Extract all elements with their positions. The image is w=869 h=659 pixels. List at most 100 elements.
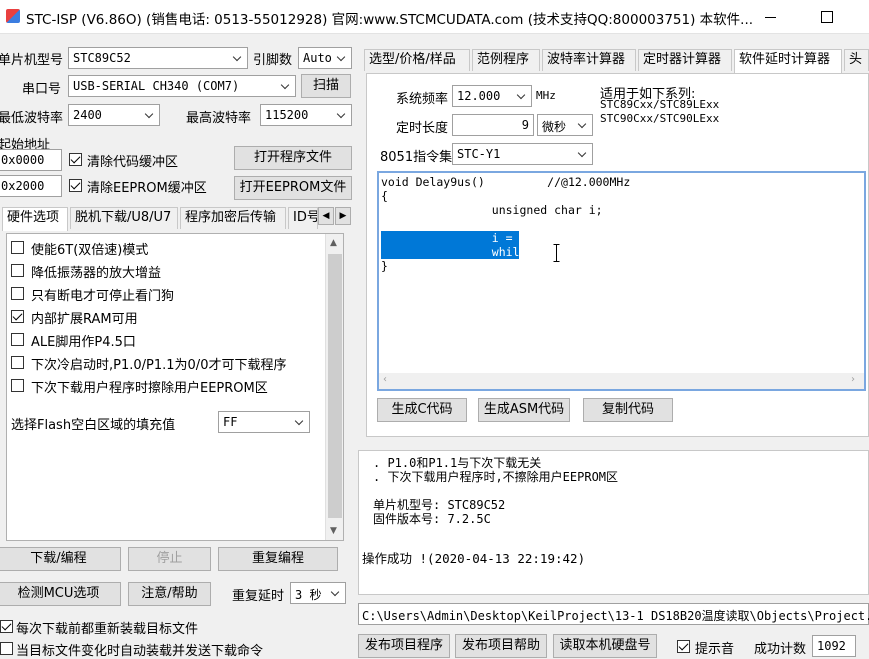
log-line: . 下次下载用户程序时,不擦除用户EEPROM区 <box>373 470 619 484</box>
mcu-type-select[interactable]: STC89C52 <box>68 47 248 69</box>
right-tab-strip: 选型/价格/样品 范例程序 波特率计算器 定时器计算器 软件延时计算器 头 <box>362 47 869 73</box>
option-ext-ram[interactable]: 内部扩展RAM可用 <box>7 307 319 327</box>
tab-baud-calculator[interactable]: 波特率计算器 <box>542 49 636 71</box>
system-frequency-select[interactable]: 12.000 <box>452 85 532 107</box>
open-program-file-button[interactable]: 打开程序文件 <box>234 146 352 170</box>
project-path-field[interactable]: C:\Users\Admin\Desktop\KeilProject\13-1 … <box>358 603 869 625</box>
option-ale-pin[interactable]: ALE脚用作P4.5口 <box>7 330 319 350</box>
maximize-button[interactable] <box>804 2 850 32</box>
fill-value-label: 选择Flash空白区域的填充值 <box>11 418 176 433</box>
left-tab-strip: 硬件选项 脱机下载/U8/U7 程序加密后传输 ID号 ◀ ▶ <box>0 205 354 231</box>
auto-send-checkbox[interactable] <box>0 642 13 655</box>
code-line: void Delay9us() //@12.000MHz <box>381 175 631 189</box>
chevron-down-icon <box>333 48 351 68</box>
auto-send-label: 当目标文件变化时自动装载并发送下载命令 <box>16 644 264 659</box>
chevron-down-icon <box>229 48 247 68</box>
detect-mcu-options-button[interactable]: 检测MCU选项 <box>0 582 121 606</box>
repeat-delay-label: 重复延时 <box>232 589 285 604</box>
clear-eeprom-label: 清除EEPROM缓冲区 <box>87 181 207 196</box>
pin-count-select[interactable]: Auto <box>298 47 352 69</box>
instruction-set-select[interactable]: STC-Y1 <box>452 143 593 165</box>
option-checkbox[interactable] <box>11 264 24 277</box>
code-horizontal-scrollbar[interactable]: ‹ › <box>379 373 864 389</box>
clear-code-label: 清除代码缓冲区 <box>87 155 179 170</box>
app-icon <box>6 9 20 23</box>
pin-count-label: 引脚数 <box>253 53 293 68</box>
minimize-button[interactable] <box>748 2 794 32</box>
option-checkbox[interactable] <box>11 241 24 254</box>
delay-length-input[interactable]: 9 <box>452 114 534 136</box>
clear-code-checkbox[interactable] <box>69 153 82 166</box>
option-reduce-gain[interactable]: 降低振荡器的放大增益 <box>7 261 319 281</box>
series-item: STC90Cxx/STC90LExx <box>600 112 720 125</box>
hardware-options-panel: 使能6T(双倍速)模式 降低振荡器的放大增益 只有断电才可停止看门狗 内部扩展R… <box>6 233 344 541</box>
start-address-1-input[interactable]: 0x0000 <box>0 149 62 171</box>
tab-encrypted-transfer[interactable]: 程序加密后传输 <box>180 207 286 229</box>
tab-scroll-right-icon[interactable]: ▶ <box>335 207 351 225</box>
tab-id[interactable]: ID号 <box>288 207 318 229</box>
min-baud-select[interactable]: 2400 <box>68 104 160 126</box>
stop-button[interactable]: 停止 <box>128 547 211 571</box>
series-item: STC89Cxx/STC89LExx <box>600 98 720 111</box>
option-checkbox[interactable] <box>11 287 24 300</box>
reprogram-button[interactable]: 重复编程 <box>218 547 338 571</box>
scroll-down-icon[interactable]: ▼ <box>330 526 337 536</box>
max-baud-select[interactable]: 115200 <box>260 104 352 126</box>
option-checkbox[interactable] <box>11 310 24 323</box>
tab-software-delay-calculator[interactable]: 软件延时计算器 <box>734 49 842 73</box>
option-cold-start[interactable]: 下次冷启动时,P1.0/P1.1为0/0才可下载程序 <box>7 353 319 373</box>
chevron-down-icon <box>277 76 295 96</box>
delay-unit-select[interactable]: 微秒 <box>537 114 593 136</box>
success-count-label: 成功计数 <box>754 642 807 657</box>
publish-help-button[interactable]: 发布项目帮助 <box>455 634 547 658</box>
download-program-button[interactable]: 下载/编程 <box>0 547 121 571</box>
option-6t-mode[interactable]: 使能6T(双倍速)模式 <box>7 238 319 258</box>
option-erase-eeprom[interactable]: 下次下载用户程序时擦除用户EEPROM区 <box>7 376 319 396</box>
scroll-up-icon[interactable]: ▲ <box>330 238 337 248</box>
options-scrollbar[interactable]: ▲ ▼ <box>325 234 343 540</box>
system-frequency-label: 系统频率 <box>396 92 449 107</box>
tab-selection-price[interactable]: 选型/价格/样品 <box>364 49 470 71</box>
read-disk-id-button[interactable]: 读取本机硬盘号 <box>553 634 657 658</box>
port-select[interactable]: USB-SERIAL CH340 (COM7) <box>68 75 296 97</box>
tab-timer-calculator[interactable]: 定时器计算器 <box>638 49 732 71</box>
log-output-area[interactable]: . P1.0和P1.1与下次下载无关 . 下次下载用户程序时,不擦除用户EEPR… <box>358 450 869 595</box>
chevron-down-icon <box>574 115 592 135</box>
tab-offline-download[interactable]: 脱机下载/U8/U7 <box>70 207 178 229</box>
scroll-right-icon[interactable]: › <box>851 374 855 385</box>
generate-asm-code-button[interactable]: 生成ASM代码 <box>478 398 570 422</box>
chevron-down-icon <box>291 412 309 432</box>
scrollbar-thumb[interactable] <box>328 254 342 518</box>
code-output-area[interactable]: void Delay9us() //@12.000MHz { unsigned … <box>377 171 866 391</box>
reload-before-download-checkbox[interactable] <box>0 620 13 633</box>
option-watchdog[interactable]: 只有断电才可停止看门狗 <box>7 284 319 304</box>
scroll-left-icon[interactable]: ‹ <box>383 374 387 385</box>
start-address-2-input[interactable]: 0x2000 <box>0 175 62 197</box>
option-checkbox[interactable] <box>11 333 24 346</box>
help-button[interactable]: 注意/帮助 <box>128 582 211 606</box>
generate-c-code-button[interactable]: 生成C代码 <box>377 398 467 422</box>
repeat-delay-select[interactable]: 3 秒 <box>290 582 346 604</box>
option-checkbox[interactable] <box>11 379 24 392</box>
code-line: { <box>381 189 388 203</box>
copy-code-button[interactable]: 复制代码 <box>583 398 673 422</box>
tab-header[interactable]: 头 <box>844 49 869 71</box>
code-line-selected: while (--i); <box>381 245 575 259</box>
log-line: 单片机型号: STC89C52 <box>373 498 506 512</box>
tab-hardware-options[interactable]: 硬件选项 <box>2 207 68 231</box>
scan-button[interactable]: 扫描 <box>301 74 351 98</box>
fill-value-select[interactable]: FF <box>218 411 310 433</box>
mcu-type-label: 单片机型号 <box>0 53 64 68</box>
log-line: 固件版本号: 7.2.5C <box>373 512 491 526</box>
option-checkbox[interactable] <box>11 356 24 369</box>
reload-before-download-label: 每次下载前都重新装载目标文件 <box>16 622 199 637</box>
open-eeprom-file-button[interactable]: 打开EEPROM文件 <box>234 176 352 200</box>
tab-scroll-left-icon[interactable]: ◀ <box>318 207 334 225</box>
chevron-down-icon <box>513 86 531 106</box>
text-cursor-icon <box>553 244 560 262</box>
publish-project-button[interactable]: 发布项目程序 <box>358 634 450 658</box>
tab-sample-programs[interactable]: 范例程序 <box>472 49 540 71</box>
clear-eeprom-checkbox[interactable] <box>69 179 82 192</box>
beep-checkbox[interactable] <box>677 640 690 653</box>
chevron-down-icon <box>333 105 351 125</box>
